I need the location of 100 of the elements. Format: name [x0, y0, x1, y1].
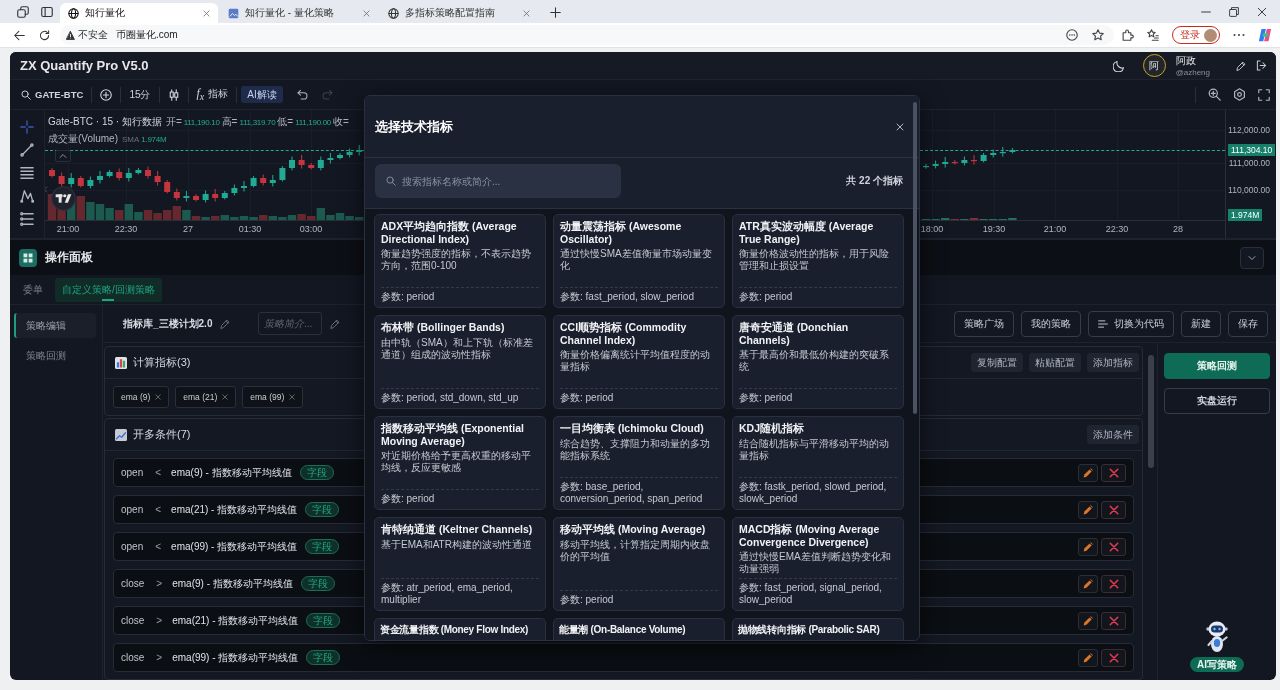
new-tab-icon[interactable] [550, 7, 561, 18]
edit-button[interactable] [1078, 574, 1098, 593]
section-button[interactable]: 粘贴配置 [1029, 353, 1081, 372]
indicator-card[interactable]: CCI顺势指标 (Commodity Channel Index) 衡量价格偏离统计平均值程度的动量指标 参数: period [553, 315, 725, 409]
indicator-card[interactable]: 唐奇安通道 (Donchian Channels) 基于最高价和最低价构建的突破系统 参数: period [732, 315, 904, 409]
security-indicator[interactable]: 不安全 [66, 28, 108, 42]
symbol-search[interactable]: GATE-BTC [13, 89, 92, 100]
interval-button[interactable]: 15分 [121, 84, 159, 105]
reload-icon[interactable] [39, 29, 50, 41]
indicator-card[interactable]: ADX平均趋向指数 (Average Directional Index) 衡量趋势强度的指标，不表示趋势方向，范围0-100 参数: period [374, 214, 546, 308]
robot-icon[interactable] [1206, 621, 1228, 652]
restore-icon[interactable] [1229, 7, 1239, 17]
indicator-title: 移动平均线 (Moving Average) [560, 523, 707, 536]
edit-button[interactable] [1078, 611, 1098, 630]
ai-assistant-button[interactable]: AI写策略 [1190, 657, 1244, 672]
sidebar-item[interactable]: 策略编辑 [14, 313, 96, 338]
fullscreen-icon[interactable] [1258, 88, 1270, 101]
x-icon[interactable] [222, 394, 229, 400]
horizontal-lines-icon[interactable] [20, 166, 34, 180]
section-button[interactable]: 添加指标 [1087, 353, 1139, 372]
edit-button[interactable] [1078, 537, 1098, 556]
edit-button[interactable] [1078, 648, 1098, 667]
star-list-icon[interactable] [1147, 29, 1159, 41]
action-button[interactable]: 新建 [1181, 310, 1221, 337]
indicator-tag[interactable]: ema (99) [242, 386, 304, 408]
warning-icon [66, 30, 75, 40]
indicator-card[interactable]: MACD指标 (Moving Average Convergence Divergence) 通过快慢EMA差值判断趋势变化和动量强弱 参数: fast_period, signal_period, slow_period [732, 517, 904, 611]
search-field[interactable]: 搜索指标名称或简介... [375, 164, 621, 198]
puzzle-icon[interactable] [1122, 29, 1134, 41]
address-bar[interactable]: 不安全 币圈量化.com [60, 25, 1114, 45]
dotted-lines-icon[interactable] [20, 212, 34, 226]
browser-tab[interactable]: 多指标策略配置指南 [380, 3, 538, 23]
exit-arrow-icon[interactable] [1256, 60, 1267, 71]
indicator-card[interactable]: 能量潮 (On-Balance Volume) [553, 618, 725, 640]
user-avatar[interactable]: 阿 [1142, 54, 1166, 77]
back-icon[interactable] [14, 29, 25, 41]
plus-circle-icon[interactable] [100, 88, 113, 101]
browser-tab[interactable]: 知行量化 - 量化策略 [220, 3, 378, 23]
action-button[interactable]: 切换为代码 [1088, 310, 1174, 337]
scrollbar[interactable] [913, 102, 917, 414]
edit-button[interactable] [1078, 500, 1098, 519]
delete-button[interactable] [1101, 537, 1126, 556]
zoom-in-icon[interactable] [1208, 88, 1221, 101]
indicator-tag[interactable]: ema (9) [113, 386, 170, 408]
action-button[interactable]: 策略广场 [954, 310, 1014, 337]
indicator-card[interactable]: 移动平均线 (Moving Average) 移动平均线，计算指定周期内收盘价的平均值 参数: period [553, 517, 725, 611]
indicator-title: ATR真实波动幅度 (Average True Range) [739, 220, 875, 245]
ai-analysis-button[interactable]: AI解读 [241, 86, 283, 103]
settings-icon[interactable] [1233, 88, 1246, 101]
description-field[interactable]: 策略简介... [258, 312, 323, 335]
indicator-card[interactable]: 抛物线转向指标 (Parabolic SAR) [732, 618, 904, 640]
indicator-card[interactable]: 一目均衡表 (Ichimoku Cloud) 综合趋势、支撑阻力和动量的多功能指标系统 参数: base_period, conversion_period, span_period [553, 416, 725, 510]
user-handle: @azheng [1175, 68, 1210, 77]
sidebar-item[interactable]: 策略回测 [14, 343, 96, 368]
scrollbar[interactable] [1148, 355, 1154, 468]
browser-tab[interactable]: 知行量化 [60, 3, 218, 23]
delete-button[interactable] [1101, 648, 1126, 667]
indicators-label[interactable]: 指标 [208, 87, 229, 102]
delete-button[interactable] [1101, 611, 1126, 630]
x-icon[interactable] [155, 394, 162, 400]
star-icon[interactable] [1092, 29, 1104, 41]
indicator-card[interactable]: 资金流量指数 (Money Flow Index) [374, 618, 546, 640]
zigzag-icon[interactable] [20, 189, 34, 203]
candlestick-icon[interactable] [167, 88, 180, 101]
stacked-squares-icon[interactable] [17, 6, 29, 18]
indicator-card[interactable]: KDJ随机指标 结合随机指标与平滑移动平均的动量指标 参数: fastk_period, slowd_period, slowk_period [732, 416, 904, 510]
close-icon[interactable] [1257, 7, 1267, 17]
section-button[interactable]: 复制配置 [971, 353, 1023, 372]
dots-circle-icon[interactable] [1066, 29, 1078, 41]
indicator-card[interactable]: 肯特纳通道 (Keltner Channels) 基于EMA和ATR构建的波动性通道 参数: atr_period, ema_period, multiplier [374, 517, 546, 611]
time-axis-label: 27 [183, 224, 193, 234]
indicator-card[interactable]: 布林带 (Bollinger Bands) 由中轨（SMA）和上下轨（标准差通道）组成的波动性指标 参数: period, std_down, std_up [374, 315, 546, 409]
x-icon[interactable] [289, 394, 296, 400]
live-run-button[interactable]: 实盘运行 [1164, 388, 1270, 414]
indicator-tag[interactable]: ema (21) [175, 386, 237, 408]
panel-tab[interactable]: 自定义策略/回测策略 [55, 277, 162, 302]
indicator-title: KDJ随机指标 [739, 422, 805, 435]
field-tag: 字段 [305, 539, 340, 554]
indicator-card[interactable]: 指数移动平均线 (Exponential Moving Average) 对近期价格给予更高权重的移动平均线，反应更敏感 参数: period [374, 416, 546, 510]
backtest-button[interactable]: 策略回测 [1164, 353, 1270, 379]
indicator-card[interactable]: ATR真实波动幅度 (Average True Range) 衡量价格波动性的指标，用于风险管理和止损设置 参数: period [732, 214, 904, 308]
delete-button[interactable] [1101, 500, 1126, 519]
panel-tab[interactable]: 委单 [16, 277, 50, 302]
time-axis-label: 21:00 [56, 224, 80, 234]
indicator-title: 指数移动平均线 (Exponential Moving Average) [381, 422, 525, 447]
login-button[interactable]: 登录 [1172, 26, 1220, 44]
section-button[interactable]: 添加条件 [1087, 425, 1139, 444]
edit-button[interactable] [1078, 463, 1098, 482]
trend-line-icon[interactable] [20, 143, 34, 157]
action-button[interactable]: 保存 [1228, 310, 1268, 337]
delete-button[interactable] [1101, 574, 1126, 593]
action-button[interactable]: 我的策略 [1021, 310, 1081, 337]
indicator-card[interactable]: 动量震荡指标 (Awesome Oscillator) 通过快慢SMA差值衡量市场动量变化 参数: fast_period, slow_period [553, 214, 725, 308]
moon-icon[interactable] [1112, 59, 1125, 72]
pencil-icon [1083, 541, 1093, 552]
split-panel-icon[interactable] [41, 6, 53, 18]
condition-operator: > [156, 578, 163, 589]
undo-icon[interactable] [296, 89, 308, 100]
colorful-logo-icon[interactable] [1258, 28, 1272, 42]
delete-button[interactable] [1101, 463, 1126, 482]
